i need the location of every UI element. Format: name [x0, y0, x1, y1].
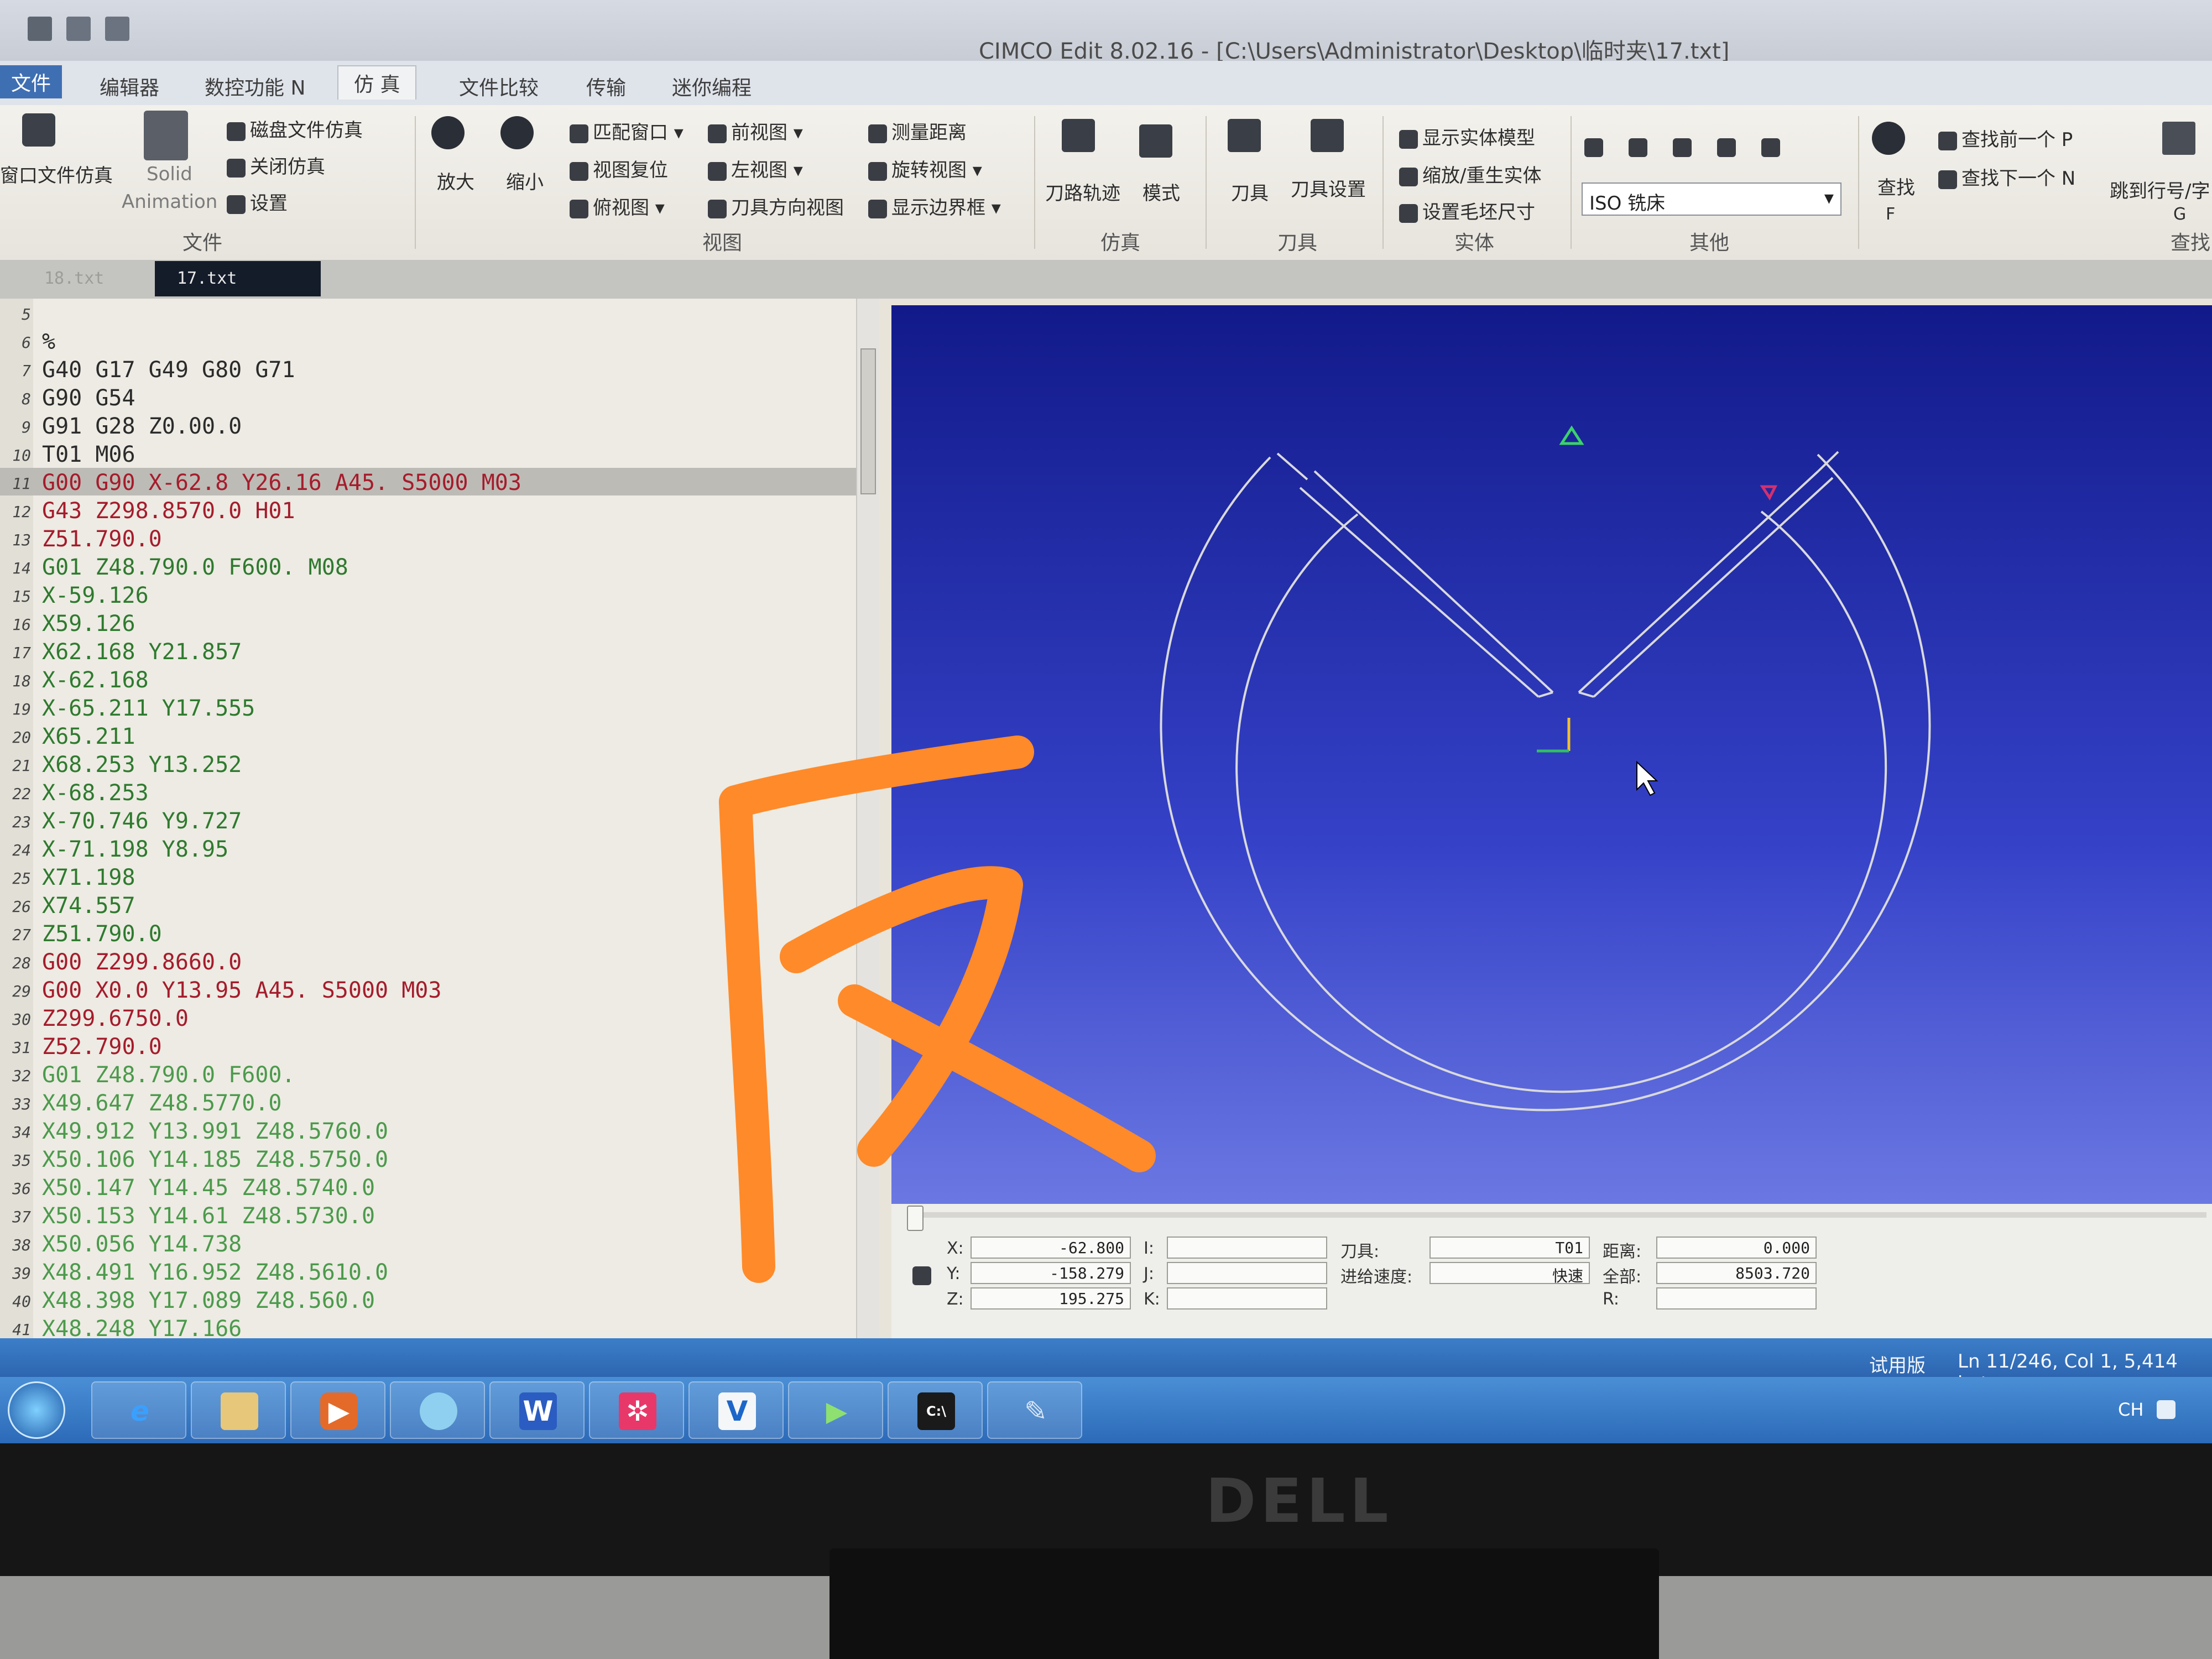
annotation-stroke [719, 735, 1034, 818]
handwritten-annotation: 反 [719, 735, 1156, 1283]
annotation-stroke [719, 785, 775, 1283]
